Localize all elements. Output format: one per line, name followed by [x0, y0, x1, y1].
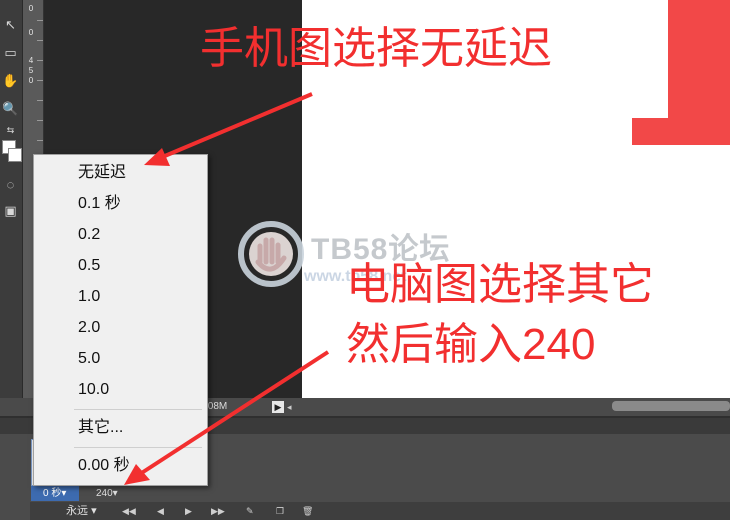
arrow-to-delay-field [138, 350, 330, 476]
arrow-head-icon [124, 464, 150, 485]
annotation-arrows [124, 92, 330, 485]
arrow-to-no-delay [159, 92, 313, 160]
